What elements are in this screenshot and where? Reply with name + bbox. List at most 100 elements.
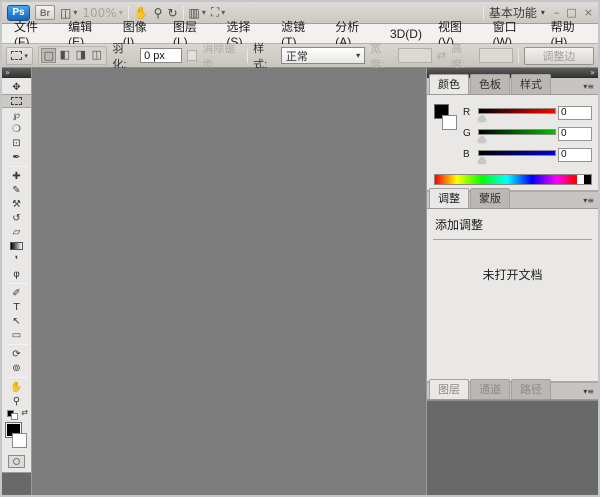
tab-swatches[interactable]: 色板 <box>470 74 510 94</box>
subtract-from-selection-icon[interactable]: ◨ <box>73 48 88 63</box>
tool-options-bar: ▾ □ ◧ ◨ ◫ 羽化: 消除锯齿 样式: 正常 ▾ 宽度: ⇄ 高度: 调整… <box>2 44 598 68</box>
blue-slider-thumb[interactable] <box>478 157 486 163</box>
swap-dimensions-icon: ⇄ <box>437 49 446 62</box>
lasso-icon: ℘ <box>13 110 20 121</box>
new-selection-icon[interactable]: □ <box>41 48 56 63</box>
clone-stamp-icon: ⚒ <box>12 199 21 210</box>
document-canvas-area[interactable] <box>32 68 426 495</box>
red-slider-thumb[interactable] <box>478 115 486 121</box>
3d-orbit-tool[interactable]: ⊚ <box>2 361 31 375</box>
divider <box>483 6 484 20</box>
blue-value-input[interactable] <box>558 148 592 162</box>
style-select[interactable]: 正常 ▾ <box>281 47 365 64</box>
blue-slider[interactable] <box>478 149 553 161</box>
crop-tool[interactable]: ⊡ <box>2 136 31 150</box>
divider <box>247 49 248 63</box>
dodge-tool[interactable]: φ <box>2 267 31 281</box>
menu-file[interactable]: 文件(F) <box>6 24 60 43</box>
3d-orbit-icon: ⊚ <box>12 363 20 374</box>
chevron-down-icon: ▾ <box>202 8 206 17</box>
tools-dock-filler <box>2 473 31 495</box>
rectangle-tool[interactable]: ▭ <box>2 328 31 342</box>
tab-color[interactable]: 颜色 <box>429 74 469 94</box>
tools-dock: » ✥ ℘ ❍ ⊡ ✒ ✚ ✎ ⚒ ↺ ▱ ❜ φ ✐ T <box>2 68 32 495</box>
tool-preset-picker[interactable]: ▾ <box>6 47 33 65</box>
menu-window[interactable]: 窗口(W) <box>485 24 543 43</box>
intersect-selection-icon[interactable]: ◫ <box>89 48 104 63</box>
default-background-icon <box>11 413 18 420</box>
brush-tool[interactable]: ✎ <box>2 183 31 197</box>
tab-paths[interactable]: 路径 <box>511 379 551 399</box>
menu-bar: 文件(F) 编辑(E) 图像(I) 图层(L) 选择(S) 滤镜(T) 分析(A… <box>2 24 598 44</box>
3d-rotate-tool[interactable]: ⟳ <box>2 347 31 361</box>
green-value-input[interactable] <box>558 127 592 141</box>
chevron-down-icon: ▾ <box>73 8 77 17</box>
color-spectrum-ramp[interactable] <box>434 174 592 185</box>
tab-styles[interactable]: 样式 <box>511 74 551 94</box>
type-tool[interactable]: T <box>2 300 31 314</box>
red-slider[interactable] <box>478 107 553 119</box>
tab-layers[interactable]: 图层 <box>429 379 469 399</box>
swap-colors-icon[interactable]: ⇄ <box>21 408 28 417</box>
eyedropper-tool[interactable]: ✒ <box>2 150 31 164</box>
background-color-swatch[interactable] <box>12 433 27 448</box>
history-brush-tool[interactable]: ↺ <box>2 211 31 225</box>
move-tool[interactable]: ✥ <box>2 80 31 94</box>
panels-dock: » 颜色 色板 样式 ▾≡ R <box>426 68 598 495</box>
red-channel-row: R <box>463 102 592 123</box>
gradient-icon <box>10 242 23 250</box>
photoshop-window: Ps Br ◫ ▾ 100% ▾ ✋ ⚲ ↻ ▥ ▾ ⛶ ▾ <box>0 0 600 497</box>
blue-channel-label: B <box>463 149 473 160</box>
feather-input[interactable] <box>140 48 182 63</box>
hand-icon: ✋ <box>10 382 22 393</box>
workspace: » ✥ ℘ ❍ ⊡ ✒ ✚ ✎ ⚒ ↺ ▱ ❜ φ ✐ T <box>2 68 598 495</box>
spectrum-ramp-wrap <box>427 169 598 190</box>
panel-menu-icon[interactable]: ▾≡ <box>583 196 594 208</box>
adjustments-panel-group: 调整 蒙版 ▾≡ 添加调整 未打开文档 <box>427 192 598 381</box>
eraser-tool[interactable]: ▱ <box>2 225 31 239</box>
quick-selection-tool[interactable]: ❍ <box>2 122 31 136</box>
background-color-swatch[interactable] <box>442 115 457 130</box>
rectangular-marquee-tool[interactable] <box>2 94 31 108</box>
tab-channels[interactable]: 通道 <box>470 379 510 399</box>
quick-mask-button[interactable] <box>8 455 25 468</box>
clone-stamp-tool[interactable]: ⚒ <box>2 197 31 211</box>
menu-edit[interactable]: 编辑(E) <box>60 24 115 43</box>
eraser-icon: ▱ <box>13 227 21 238</box>
white-chip[interactable] <box>577 175 584 184</box>
panel-menu-icon[interactable]: ▾≡ <box>583 82 594 94</box>
tab-masks[interactable]: 蒙版 <box>470 188 510 208</box>
menu-help[interactable]: 帮助(H) <box>543 24 598 43</box>
color-panel-tabs: 颜色 色板 样式 ▾≡ <box>427 78 598 95</box>
menu-filter[interactable]: 滤镜(T) <box>273 24 327 43</box>
lasso-tool[interactable]: ℘ <box>2 108 31 122</box>
panel-color-swatches <box>434 104 462 134</box>
spot-healing-brush-tool[interactable]: ✚ <box>2 169 31 183</box>
width-input <box>398 48 432 63</box>
black-chip[interactable] <box>584 175 591 184</box>
zoom-tool[interactable]: ⚲ <box>2 394 31 408</box>
gradient-tool[interactable] <box>2 239 31 253</box>
marquee-icon <box>11 51 22 60</box>
marquee-icon <box>11 97 22 105</box>
hand-tool[interactable]: ✋ <box>2 380 31 394</box>
rectangle-shape-icon: ▭ <box>12 330 21 341</box>
green-slider[interactable] <box>478 128 553 140</box>
tools-collapse-header[interactable]: » <box>2 68 31 78</box>
screen-mode-button[interactable]: ⛶ ▾ <box>211 5 225 20</box>
red-value-input[interactable] <box>558 106 592 120</box>
green-channel-row: G <box>463 123 592 144</box>
path-selection-icon: ↖ <box>12 316 20 327</box>
move-icon: ✥ <box>12 82 20 93</box>
pen-tool[interactable]: ✐ <box>2 286 31 300</box>
dodge-icon: φ <box>13 269 20 280</box>
add-to-selection-icon[interactable]: ◧ <box>57 48 72 63</box>
selection-mode-group: □ ◧ ◨ ◫ <box>38 46 107 65</box>
tab-adjustments[interactable]: 调整 <box>429 188 469 208</box>
path-selection-tool[interactable]: ↖ <box>2 314 31 328</box>
color-swatch-control <box>2 421 31 451</box>
green-slider-thumb[interactable] <box>478 136 486 142</box>
panel-menu-icon[interactable]: ▾≡ <box>583 387 594 399</box>
green-channel-label: G <box>463 128 473 139</box>
blur-tool[interactable]: ❜ <box>2 253 31 267</box>
